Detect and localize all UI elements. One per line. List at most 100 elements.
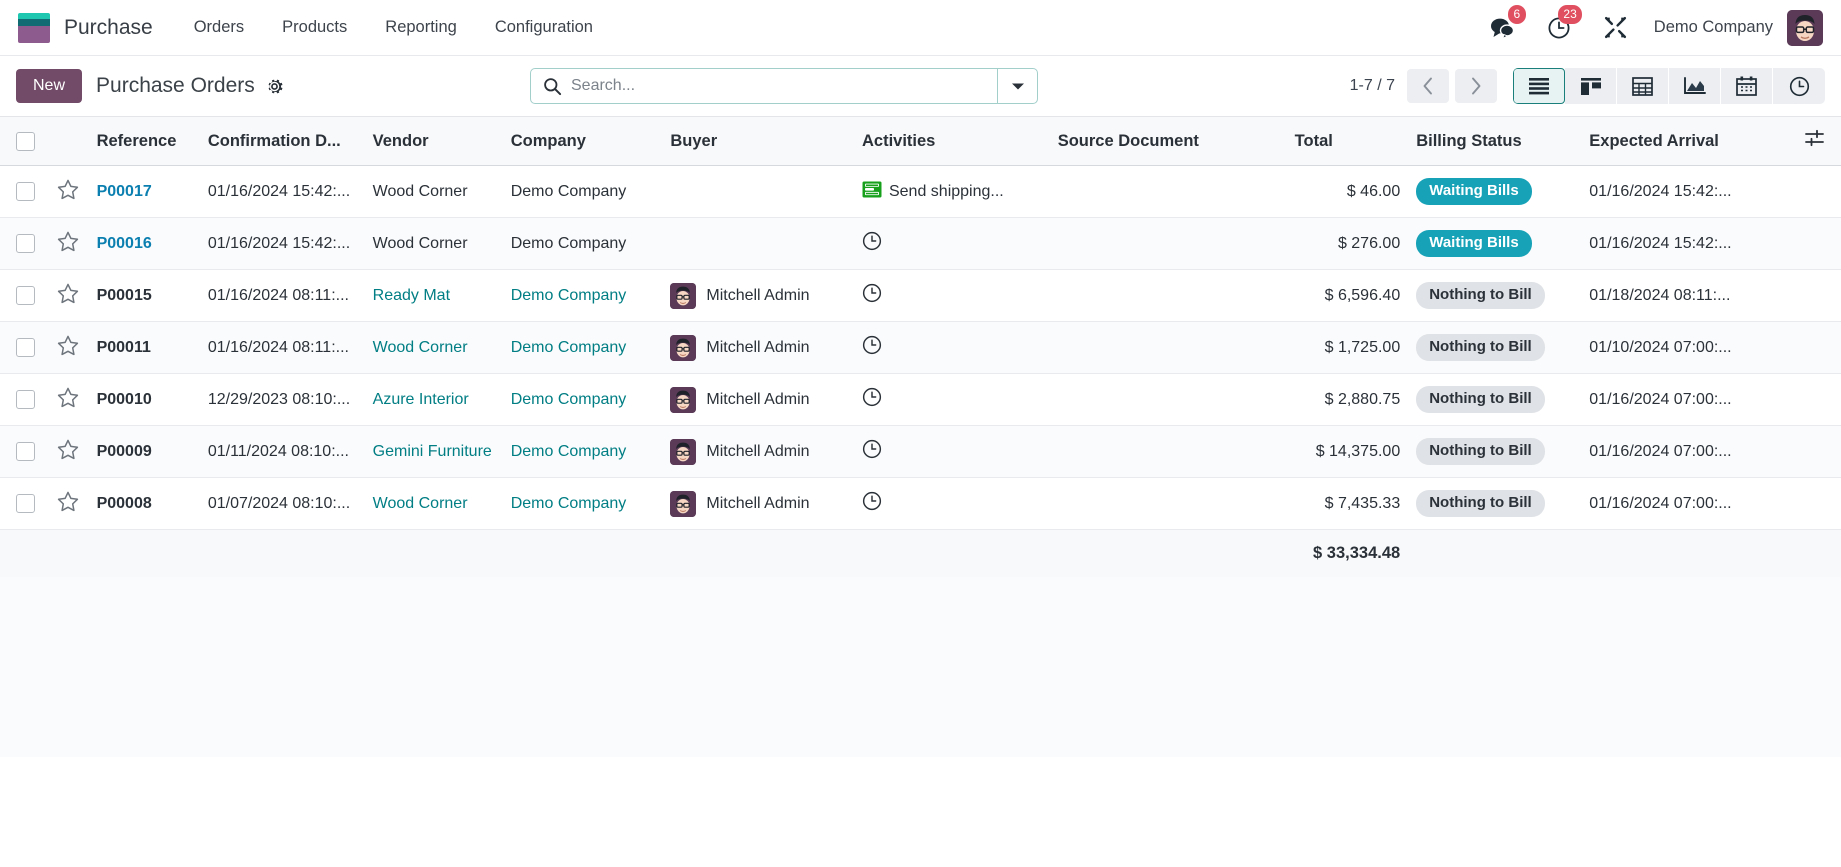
row-select-cell[interactable]: [0, 321, 50, 374]
activity-icon[interactable]: [862, 335, 882, 360]
cell-billing-status[interactable]: Waiting Bills: [1408, 217, 1582, 270]
cell-company[interactable]: Demo Company: [502, 269, 663, 322]
row-checkbox[interactable]: [16, 442, 35, 461]
cell-company[interactable]: Demo Company: [502, 165, 663, 218]
cell-confirmation-date[interactable]: 01/16/2024 08:11:...: [199, 321, 365, 374]
cell-vendor[interactable]: Gemini Furniture: [364, 425, 503, 478]
cell-buyer[interactable]: [662, 165, 854, 218]
table-row[interactable]: P00016 01/16/2024 15:42:... Wood Corner Dem…: [0, 217, 1841, 270]
cell-buyer[interactable]: Mitchell Admin: [662, 373, 854, 426]
cell-activities[interactable]: [853, 269, 1050, 322]
cell-buyer[interactable]: Mitchell Admin: [662, 269, 854, 322]
row-favorite-cell[interactable]: [49, 165, 89, 218]
cell-source-document[interactable]: [1049, 425, 1287, 478]
cell-activities[interactable]: [853, 373, 1050, 426]
cell-total[interactable]: $ 14,375.00: [1286, 425, 1409, 478]
cell-confirmation-date[interactable]: 01/16/2024 15:42:...: [199, 165, 365, 218]
user-avatar[interactable]: [1787, 9, 1823, 46]
cell-source-document[interactable]: [1049, 477, 1287, 530]
search-input[interactable]: [571, 69, 997, 103]
cell-billing-status[interactable]: Nothing to Bill: [1408, 321, 1582, 374]
cell-source-document[interactable]: [1049, 165, 1287, 218]
header-buyer[interactable]: Buyer: [662, 116, 854, 166]
cell-vendor[interactable]: Azure Interior: [364, 373, 503, 426]
cell-expected-arrival[interactable]: 01/18/2024 08:11:...: [1581, 269, 1796, 322]
row-checkbox[interactable]: [16, 286, 35, 305]
row-favorite-cell[interactable]: [49, 269, 89, 322]
row-favorite-cell[interactable]: [49, 477, 89, 530]
header-company[interactable]: Company: [502, 116, 663, 166]
cell-confirmation-date[interactable]: 01/07/2024 08:10:...: [199, 477, 365, 530]
header-total[interactable]: Total: [1286, 116, 1409, 166]
activity-icon[interactable]: [862, 491, 882, 516]
cell-company[interactable]: Demo Company: [502, 425, 663, 478]
cell-total[interactable]: $ 2,880.75: [1286, 373, 1409, 426]
cell-reference[interactable]: P00010: [88, 373, 200, 426]
cell-expected-arrival[interactable]: 01/16/2024 15:42:...: [1581, 165, 1796, 218]
row-favorite-cell[interactable]: [49, 321, 89, 374]
cell-company[interactable]: Demo Company: [502, 321, 663, 374]
view-button-activity[interactable]: [1773, 68, 1825, 104]
cell-source-document[interactable]: [1049, 321, 1287, 374]
menu-item-configuration[interactable]: Configuration: [476, 12, 612, 43]
table-row[interactable]: P00011 01/16/2024 08:11:... Wood Corner Dem…: [0, 321, 1841, 374]
cell-reference[interactable]: P00016: [88, 217, 200, 270]
row-checkbox[interactable]: [16, 390, 35, 409]
cell-confirmation-date[interactable]: 01/16/2024 08:11:...: [199, 269, 365, 322]
cell-expected-arrival[interactable]: 01/16/2024 07:00:...: [1581, 477, 1796, 530]
cell-confirmation-date[interactable]: 01/16/2024 15:42:...: [199, 217, 365, 270]
row-select-cell[interactable]: [0, 217, 50, 270]
cell-source-document[interactable]: [1049, 217, 1287, 270]
row-favorite-cell[interactable]: [49, 217, 89, 270]
table-row[interactable]: P00009 01/11/2024 08:10:... Gemini Furnitu…: [0, 425, 1841, 478]
cell-billing-status[interactable]: Nothing to Bill: [1408, 269, 1582, 322]
table-row[interactable]: P00008 01/07/2024 08:10:... Wood Corner Dem…: [0, 477, 1841, 530]
cell-reference[interactable]: P00015: [88, 269, 200, 322]
cell-vendor[interactable]: Wood Corner: [364, 165, 503, 218]
cell-source-document[interactable]: [1049, 269, 1287, 322]
row-checkbox[interactable]: [16, 494, 35, 513]
cell-company[interactable]: Demo Company: [502, 217, 663, 270]
cell-source-document[interactable]: [1049, 373, 1287, 426]
row-select-cell[interactable]: [0, 477, 50, 530]
row-favorite-cell[interactable]: [49, 373, 89, 426]
row-select-cell[interactable]: [0, 269, 50, 322]
cell-activities[interactable]: [853, 477, 1050, 530]
table-row[interactable]: P00017 01/16/2024 15:42:... Wood Corner Dem…: [0, 165, 1841, 218]
view-button-pivot[interactable]: [1617, 68, 1669, 104]
developer-tools-button[interactable]: [1587, 8, 1644, 48]
cell-activities[interactable]: [853, 425, 1050, 478]
header-select-all[interactable]: [0, 116, 50, 166]
brand[interactable]: Purchase: [18, 12, 153, 43]
activity-icon[interactable]: [862, 231, 882, 256]
row-select-cell[interactable]: [0, 373, 50, 426]
row-checkbox[interactable]: [16, 338, 35, 357]
select-all-checkbox[interactable]: [16, 131, 35, 151]
row-checkbox[interactable]: [16, 182, 35, 201]
view-button-list[interactable]: [1513, 68, 1565, 104]
view-button-graph[interactable]: [1669, 68, 1721, 104]
activity-label[interactable]: Send shipping...: [889, 183, 1004, 201]
cell-billing-status[interactable]: Waiting Bills: [1408, 165, 1582, 218]
cell-expected-arrival[interactable]: 01/16/2024 15:42:...: [1581, 217, 1796, 270]
row-select-cell[interactable]: [0, 165, 50, 218]
cell-vendor[interactable]: Wood Corner: [364, 477, 503, 530]
menu-item-products[interactable]: Products: [263, 12, 366, 43]
view-button-kanban[interactable]: [1565, 68, 1617, 104]
cell-vendor[interactable]: Wood Corner: [364, 321, 503, 374]
cell-billing-status[interactable]: Nothing to Bill: [1408, 477, 1582, 530]
messages-button[interactable]: 6: [1473, 4, 1531, 48]
activity-icon[interactable]: [862, 387, 882, 412]
row-checkbox[interactable]: [16, 234, 35, 253]
row-select-cell[interactable]: [0, 425, 50, 478]
cell-activities[interactable]: [853, 321, 1050, 374]
activity-icon[interactable]: [862, 283, 882, 308]
cell-buyer[interactable]: Mitchell Admin: [662, 425, 854, 478]
header-confirmation-date[interactable]: Confirmation D...: [199, 116, 365, 166]
cell-expected-arrival[interactable]: 01/16/2024 07:00:...: [1581, 425, 1796, 478]
cell-buyer[interactable]: [662, 217, 854, 270]
cell-total[interactable]: $ 276.00: [1286, 217, 1409, 270]
cell-company[interactable]: Demo Company: [502, 373, 663, 426]
cell-billing-status[interactable]: Nothing to Bill: [1408, 373, 1582, 426]
header-source-document[interactable]: Source Document: [1049, 116, 1287, 166]
